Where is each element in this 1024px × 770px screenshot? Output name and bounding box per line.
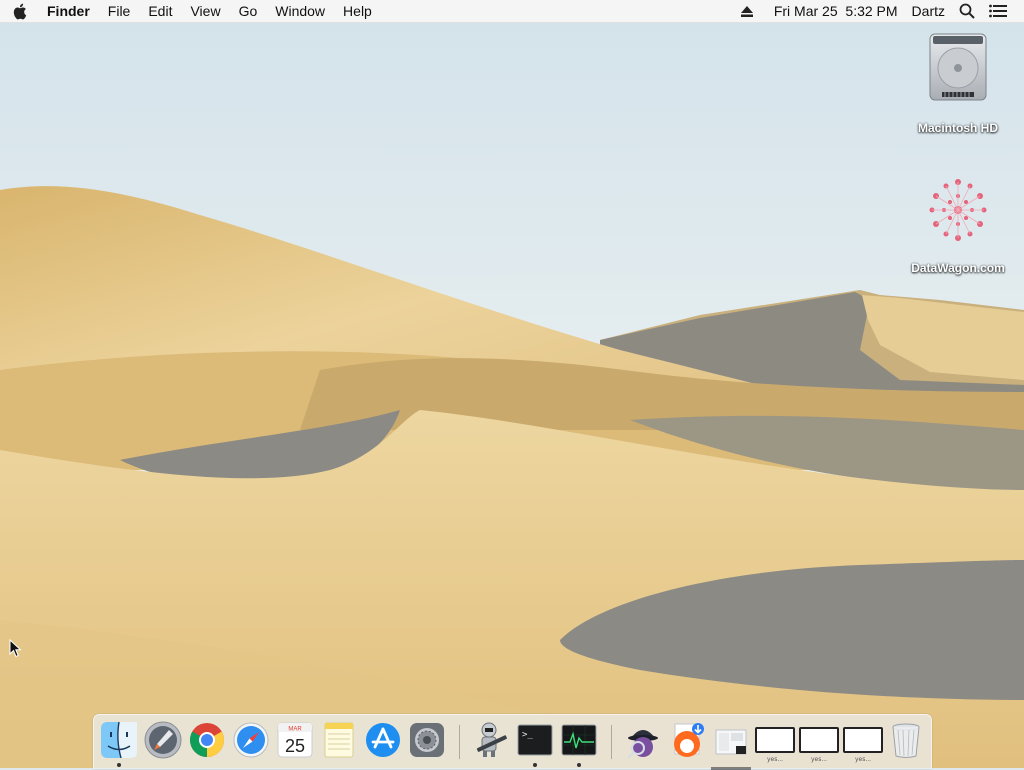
minimized-window-caption: yes... xyxy=(766,756,784,763)
menu-window[interactable]: Window xyxy=(266,0,334,22)
app-menu-finder[interactable]: Finder xyxy=(38,0,99,22)
alfred-icon xyxy=(627,730,658,759)
mouse-pointer-icon xyxy=(9,639,22,658)
dock-app-store[interactable] xyxy=(363,720,403,760)
safari-icon xyxy=(233,722,269,758)
finder-icon xyxy=(101,721,137,759)
dock-activity-monitor[interactable] xyxy=(559,720,599,767)
hard-drive-icon xyxy=(929,33,987,101)
launchpad-icon xyxy=(144,721,182,759)
dock-notes[interactable] xyxy=(319,720,359,760)
desktop-icon-macintosh-hd[interactable]: Macintosh HD xyxy=(903,30,1013,135)
dock-terminal[interactable]: >_ xyxy=(515,720,555,767)
calendar-month: MAR xyxy=(288,727,302,733)
dock-minimized-window[interactable] xyxy=(843,727,883,753)
dock-document-stack[interactable] xyxy=(711,720,751,770)
notes-icon xyxy=(324,722,354,758)
menu-go[interactable]: Go xyxy=(230,0,267,22)
menu-file[interactable]: File xyxy=(99,0,140,22)
desktop-icon-label: DataWagon.com xyxy=(911,261,1005,275)
desktop-icon-label: Macintosh HD xyxy=(917,121,998,135)
calendar-day: 25 xyxy=(285,736,305,756)
menu-clock[interactable]: Fri Mar 25 5:32 PM xyxy=(767,0,905,22)
dock-separator xyxy=(611,725,612,759)
datawagon-icon xyxy=(929,179,987,241)
dock-separator xyxy=(459,725,460,759)
dock-calendar[interactable]: MAR 25 xyxy=(275,720,315,760)
minimized-window-caption: yes... xyxy=(854,756,872,763)
menu-help[interactable]: Help xyxy=(334,0,381,22)
desktop-icon-datawagon[interactable]: DataWagon.com xyxy=(903,170,1013,275)
user-menu[interactable]: Dartz xyxy=(905,0,952,22)
dock-minimized-window[interactable] xyxy=(799,727,839,753)
trash-icon xyxy=(892,723,920,758)
menu-edit[interactable]: Edit xyxy=(139,0,181,22)
activity-monitor-icon xyxy=(561,724,597,756)
dock-automator[interactable] xyxy=(471,720,511,760)
dock-trash[interactable] xyxy=(886,720,926,760)
desktop-wallpaper xyxy=(0,0,1024,768)
automator-icon xyxy=(476,722,507,757)
dock-safari[interactable] xyxy=(231,720,271,760)
dock-launchpad[interactable] xyxy=(143,720,183,760)
menu-bar: Finder File Edit View Go Window Help Fri… xyxy=(0,0,1024,23)
eject-icon[interactable] xyxy=(734,0,767,22)
running-indicator xyxy=(117,763,121,767)
notification-center-icon[interactable] xyxy=(982,0,1014,22)
dock-minimized-window[interactable] xyxy=(755,727,795,753)
document-stack-icon xyxy=(715,729,747,755)
chrome-icon xyxy=(190,723,224,757)
system-preferences-icon xyxy=(410,723,444,757)
dock-alfred[interactable] xyxy=(623,720,663,760)
apple-menu-icon[interactable] xyxy=(0,0,38,22)
dock-chrome[interactable] xyxy=(187,720,227,760)
running-indicator xyxy=(533,763,537,767)
apple-logo-icon xyxy=(13,3,26,19)
downloads-stack-icon xyxy=(674,723,704,757)
running-indicator xyxy=(577,763,581,767)
terminal-prompt: >_ xyxy=(522,730,533,740)
dock-downloads-stack[interactable] xyxy=(667,720,707,760)
terminal-icon: >_ xyxy=(517,724,553,756)
menu-view[interactable]: View xyxy=(181,0,229,22)
dock: MAR 25 >_ yes... yes... yes... xyxy=(93,714,932,770)
calendar-icon: MAR 25 xyxy=(277,722,313,758)
dock-finder[interactable] xyxy=(99,720,139,767)
minimized-window-caption: yes... xyxy=(810,756,828,763)
spotlight-search-icon[interactable] xyxy=(952,0,982,22)
dock-system-preferences[interactable] xyxy=(407,720,447,760)
app-store-icon xyxy=(366,723,400,757)
